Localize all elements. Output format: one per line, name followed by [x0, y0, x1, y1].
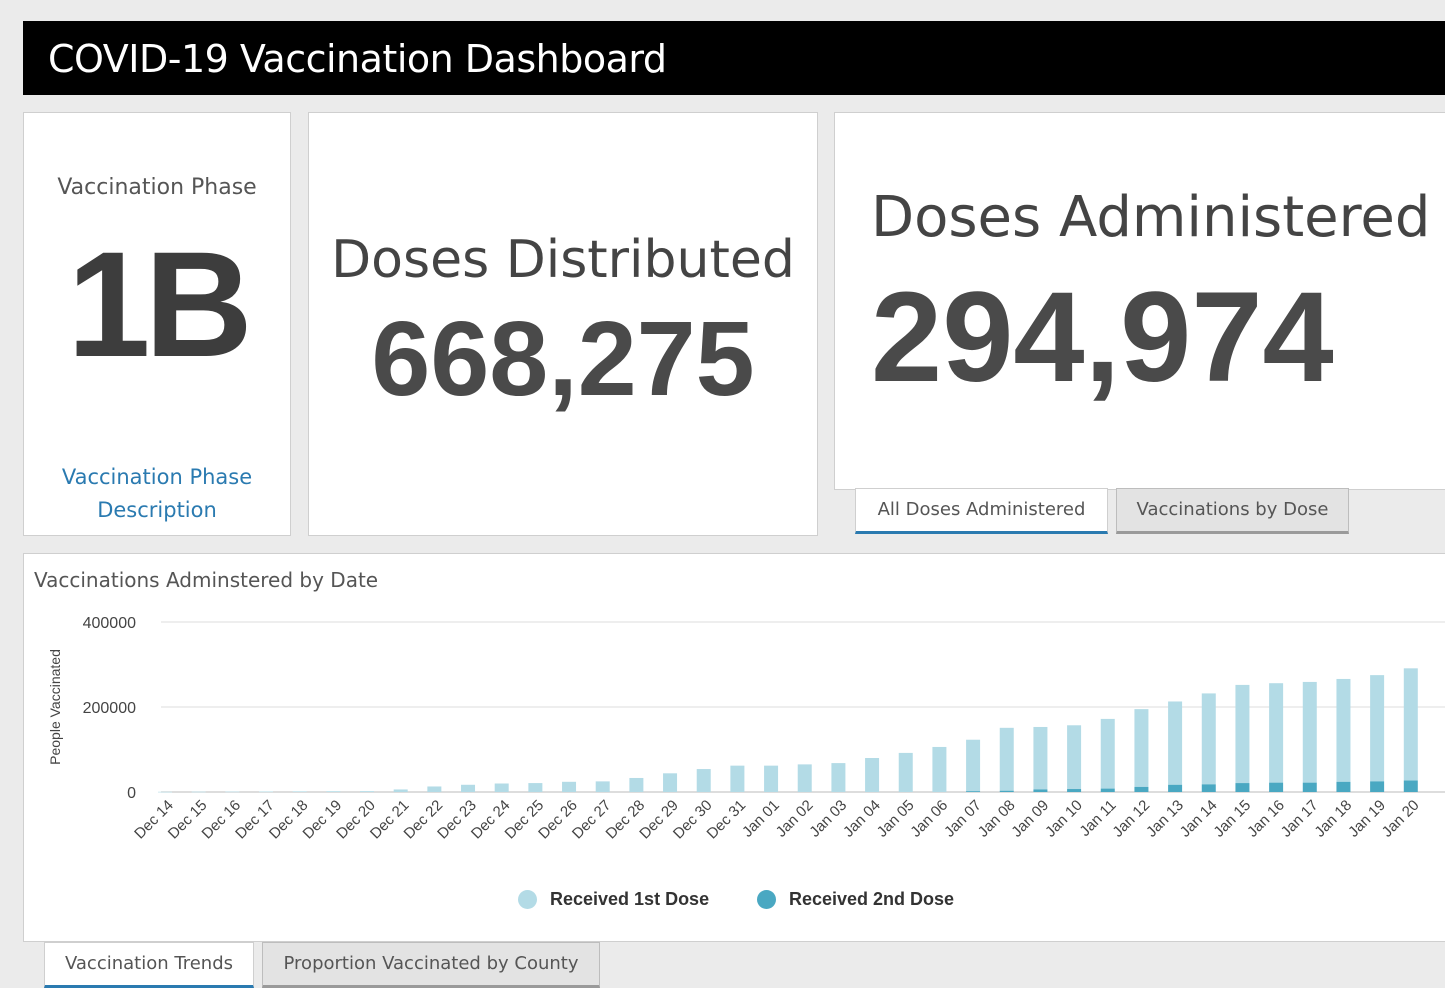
x-tick-label: Jan 14 [1177, 797, 1221, 841]
bar-first-dose [494, 783, 509, 792]
x-tick-label: Jan 06 [907, 797, 951, 841]
y-tick-label: 200000 [83, 700, 136, 717]
y-axis-label: People Vaccinated [47, 649, 63, 765]
x-tick-label: Jan 12 [1109, 797, 1153, 841]
x-tick-label: Jan 01 [739, 797, 783, 841]
bar-second-dose [1235, 783, 1250, 792]
bar-first-dose [158, 791, 172, 793]
bar-second-dose [1100, 788, 1115, 792]
bar-first-dose [528, 783, 543, 792]
doses-distributed-card: Doses Distributed 668,275 [308, 112, 818, 536]
x-tick-label: Jan 07 [941, 797, 985, 841]
x-tick-label: Jan 16 [1244, 797, 1288, 841]
bar-first-dose [966, 739, 981, 792]
bar-first-dose [865, 758, 880, 792]
x-tick-label: Jan 02 [773, 797, 817, 841]
bar-second-dose [1134, 786, 1149, 792]
bar-first-dose [1403, 668, 1418, 781]
x-tick-label: Jan 18 [1311, 797, 1355, 841]
bar-first-dose [730, 765, 745, 792]
bar-first-dose [1201, 693, 1216, 785]
vaccination-phase-value: 1B [67, 220, 253, 388]
bar-first-dose [764, 765, 779, 792]
legend-swatch-first-dose [518, 890, 537, 909]
x-tick-label: Dec 31 [704, 797, 750, 843]
x-tick-label: Jan 03 [806, 797, 850, 841]
vaccination-phase-card: Vaccination Phase 1B Vaccination Phase D… [23, 112, 291, 536]
bar-first-dose [393, 789, 408, 792]
bar-second-dose [999, 790, 1014, 792]
bar-first-dose [1134, 709, 1149, 787]
bar-first-dose [427, 786, 442, 792]
legend-swatch-second-dose [757, 890, 776, 909]
x-tick-label: Jan 20 [1379, 797, 1423, 841]
bar-first-dose [932, 746, 947, 792]
doses-distributed-label: Doses Distributed [331, 230, 795, 290]
dashboard-title: COVID-19 Vaccination Dashboard [48, 37, 667, 81]
bar-first-dose [259, 791, 274, 793]
tab-all-doses-administered[interactable]: All Doses Administered [855, 488, 1108, 534]
x-tick-label: Jan 05 [874, 797, 918, 841]
dashboard-header: COVID-19 Vaccination Dashboard [23, 21, 1445, 95]
x-tick-label: Jan 08 [975, 797, 1019, 841]
tab-vaccination-trends[interactable]: Vaccination Trends [44, 942, 254, 988]
bar-first-dose [1336, 678, 1351, 782]
bar-first-dose [1067, 725, 1082, 790]
bar-second-dose [1403, 780, 1418, 792]
bar-second-dose [966, 791, 981, 792]
bar-first-dose [225, 791, 240, 793]
x-tick-label: Jan 13 [1143, 797, 1187, 841]
bar-first-dose [629, 777, 644, 792]
tab-vaccinations-by-dose[interactable]: Vaccinations by Dose [1116, 488, 1349, 534]
x-tick-label: Jan 04 [840, 797, 884, 841]
tab-proportion-vaccinated-by-county[interactable]: Proportion Vaccinated by County [262, 942, 600, 988]
bar-first-dose [1269, 683, 1284, 783]
x-tick-label: Jan 19 [1345, 797, 1389, 841]
bar-first-dose [1168, 701, 1183, 785]
bar-first-dose [360, 791, 375, 792]
x-tick-label: Jan 17 [1278, 797, 1322, 841]
bar-second-dose [1067, 789, 1082, 792]
vaccination-phase-description-link[interactable]: Vaccination Phase Description [44, 461, 270, 527]
x-tick-label: Jan 10 [1042, 797, 1086, 841]
bar-first-dose [999, 727, 1014, 791]
bar-first-dose [696, 769, 711, 792]
bar-second-dose [1168, 784, 1183, 792]
bar-first-dose [1033, 726, 1048, 790]
x-tick-label: Jan 09 [1008, 797, 1052, 841]
bar-first-dose [1370, 675, 1385, 782]
doses-administered-label: Doses Administered [871, 185, 1431, 250]
bar-first-dose [1302, 681, 1317, 783]
bar-first-dose [461, 784, 476, 792]
bar-second-dose [1201, 784, 1216, 792]
bar-first-dose [562, 781, 577, 792]
bar-first-dose [831, 763, 846, 792]
vaccinations-chart-card: Vaccinations Adminstered by Date 0 200000… [23, 553, 1445, 942]
vaccination-phase-label: Vaccination Phase [57, 175, 257, 200]
bar-first-dose [595, 781, 610, 792]
bar-first-dose [1100, 718, 1115, 789]
bar-second-dose [1370, 781, 1385, 792]
bar-second-dose [1269, 782, 1284, 792]
x-tick-label: Jan 15 [1210, 797, 1254, 841]
bar-first-dose [797, 764, 812, 792]
bar-second-dose [1033, 789, 1048, 792]
doses-distributed-value: 668,275 [371, 300, 755, 418]
legend-label-first-dose[interactable]: Received 1st Dose [550, 889, 709, 910]
bar-first-dose [191, 791, 206, 793]
y-tick-label: 400000 [83, 615, 136, 632]
vaccinations-bar-chart: 0200000400000People VaccinatedDec 14Dec … [47, 615, 1445, 843]
legend-label-second-dose[interactable]: Received 2nd Dose [789, 889, 954, 910]
bar-second-dose [1336, 781, 1351, 792]
bar-second-dose [1302, 782, 1317, 792]
bar-first-dose [1235, 684, 1250, 784]
bar-first-dose [326, 791, 341, 792]
y-tick-label: 0 [127, 785, 136, 802]
doses-administered-value: 294,974 [871, 266, 1334, 409]
bar-first-dose [898, 752, 913, 792]
bar-first-dose [292, 791, 307, 792]
doses-administered-card: Doses Administered 294,974 [834, 112, 1445, 490]
bar-first-dose [663, 773, 678, 792]
